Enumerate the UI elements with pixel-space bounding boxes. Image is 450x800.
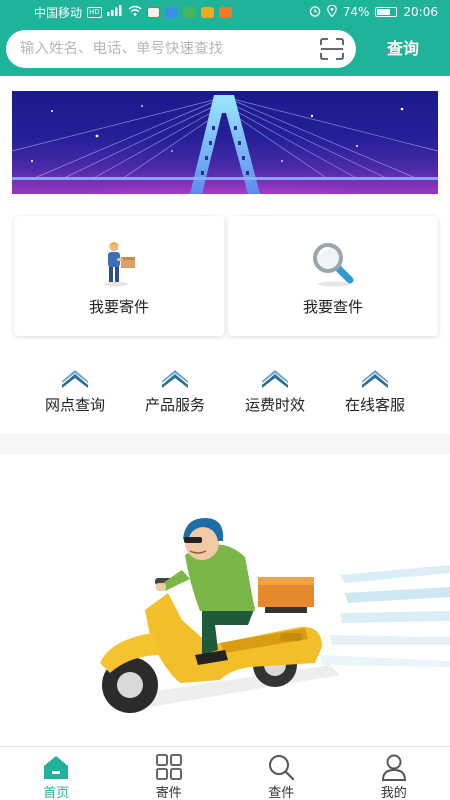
- quick-entry-label: 产品服务: [144, 396, 205, 414]
- carrier-label: 中国移动: [34, 5, 83, 20]
- magnifier-illustration: [313, 243, 354, 287]
- quick-entry-online-support[interactable]: 在线客服: [330, 370, 420, 418]
- notification-app-icon: [164, 6, 178, 18]
- tab-profile[interactable]: 我的: [338, 747, 450, 800]
- status-bar: 中国移动 HD 74% 20:06: [0, 0, 450, 24]
- chevron-up-icon: [362, 370, 388, 388]
- bridge-illustration: [12, 95, 438, 194]
- search-icon: [269, 755, 295, 781]
- notification-app-icon: [200, 6, 214, 18]
- notification-app-icon: [146, 6, 160, 18]
- quick-entry-label: 运费时效: [244, 396, 305, 414]
- send-package-card[interactable]: 我要寄件: [14, 216, 224, 336]
- delivery-scooter-illustration: [100, 518, 450, 713]
- hd-badge: HD: [87, 6, 102, 18]
- home-icon: [44, 756, 69, 779]
- tab-track[interactable]: 查件: [225, 747, 338, 800]
- send-package-label: 我要寄件: [88, 298, 149, 316]
- alarm-icon: [309, 5, 321, 20]
- tab-label: 查件: [268, 786, 295, 800]
- chevron-up-icon: [262, 370, 288, 388]
- track-package-label: 我要查件: [302, 298, 363, 316]
- clock-time: 20:06: [403, 5, 438, 19]
- grid-icon: [155, 754, 182, 780]
- quick-entry-products[interactable]: 产品服务: [130, 370, 220, 418]
- tab-send[interactable]: 寄件: [113, 747, 226, 800]
- chevron-up-icon: [62, 370, 88, 388]
- tab-label: 首页: [43, 786, 70, 800]
- quick-entry-label: 在线客服: [344, 396, 405, 414]
- wifi-icon: [128, 5, 142, 19]
- tab-label: 我的: [380, 786, 407, 800]
- quick-entry-label: 网点查询: [44, 396, 105, 414]
- battery-percent: 74%: [342, 5, 370, 19]
- notification-app-icon: [218, 6, 232, 18]
- chevron-up-icon: [162, 370, 188, 388]
- signal-icon: [106, 5, 123, 19]
- courier-with-package-illustration: [104, 242, 135, 287]
- battery-icon: [375, 7, 398, 17]
- section-divider: [0, 434, 450, 454]
- location-icon: [326, 3, 337, 20]
- user-icon: [381, 754, 406, 781]
- scan-icon[interactable]: [320, 38, 344, 60]
- track-package-card[interactable]: 我要查件: [228, 216, 438, 336]
- query-button[interactable]: 查询: [370, 36, 436, 62]
- app-screen: 中国移动 HD 74% 20:06 输入姓名、电话、单号快速查找 查询 我要寄件…: [0, 0, 450, 800]
- quick-entry-shipping-rates[interactable]: 运费时效: [230, 370, 320, 418]
- tab-label: 寄件: [155, 786, 182, 800]
- quick-entry-branch-lookup[interactable]: 网点查询: [30, 370, 120, 418]
- search-box: [6, 30, 356, 68]
- search-input[interactable]: [20, 41, 310, 57]
- notification-app-icon: [182, 6, 196, 18]
- bottom-tab-bar: 首页 寄件 查件 我的: [0, 746, 450, 800]
- tab-home[interactable]: 首页: [0, 747, 113, 800]
- header: 中国移动 HD 74% 20:06 输入姓名、电话、单号快速查找 查询: [0, 0, 450, 76]
- banner[interactable]: [12, 91, 438, 194]
